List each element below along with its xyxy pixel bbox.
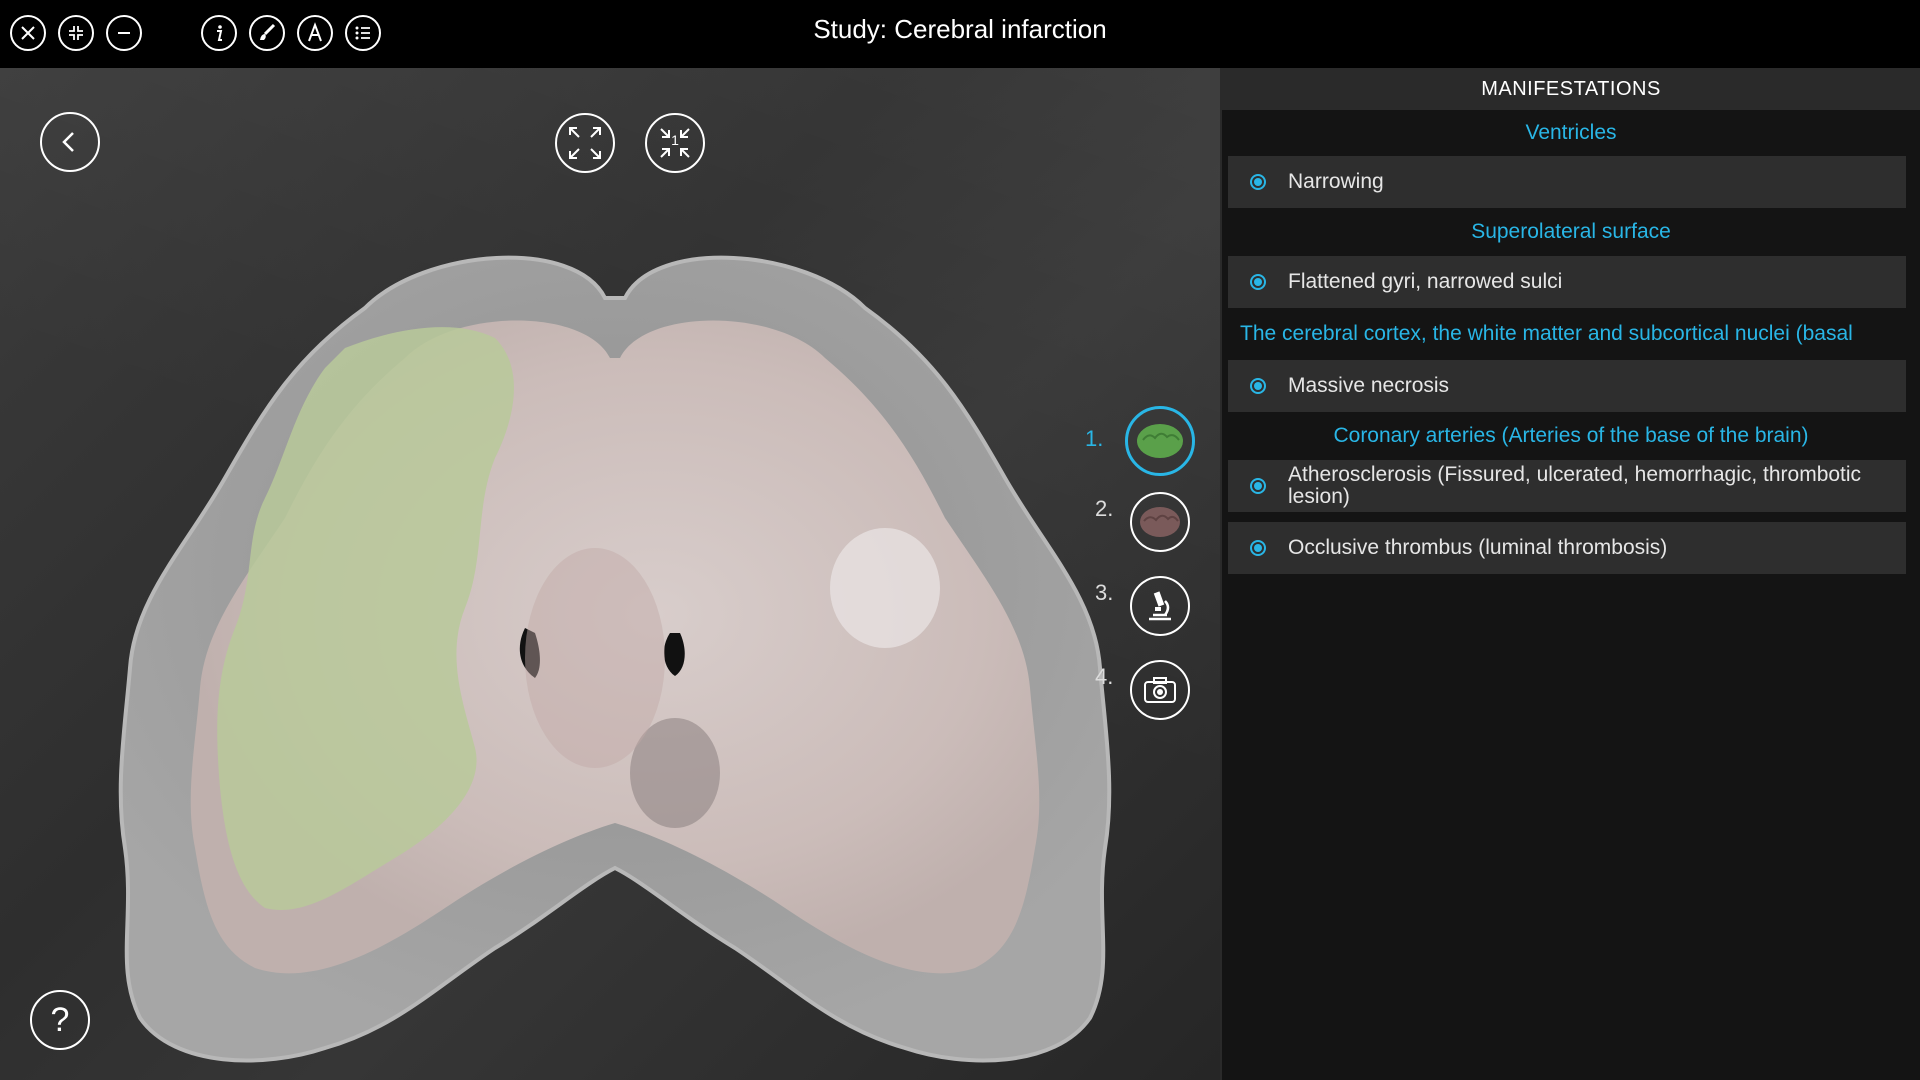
panel-header: MANIFESTATIONS <box>1222 68 1920 110</box>
item-label: Massive necrosis <box>1288 374 1450 397</box>
list-item[interactable]: Atherosclerosis (Fissured, ulcerated, he… <box>1228 460 1906 512</box>
reset-view-icon[interactable]: 1 <box>645 113 705 173</box>
camera-icon[interactable] <box>1130 660 1190 720</box>
section-title-superolateral: Superolateral surface <box>1471 220 1671 243</box>
pale-region <box>830 528 940 648</box>
radio-icon <box>1250 378 1266 394</box>
back-icon[interactable] <box>40 112 100 172</box>
radio-icon <box>1250 274 1266 290</box>
specimen-viewer[interactable]: 1 1. 2. 3. 4. ? <box>0 68 1220 1080</box>
manifestations-panel: MANIFESTATIONS Ventricles Narrowing Supe… <box>1220 68 1920 1080</box>
section-title-arteries: Coronary arteries (Arteries of the base … <box>1333 424 1809 447</box>
radio-icon <box>1250 478 1266 494</box>
step-number-3: 3. <box>1095 580 1114 605</box>
reset-view-badge: 1 <box>671 132 679 148</box>
step-number-2: 2. <box>1095 496 1114 521</box>
item-label: Occlusive thrombus (luminal thrombosis) <box>1288 536 1668 559</box>
item-label: Narrowing <box>1288 170 1384 193</box>
item-label: Atherosclerosis (Fissured, ulcerated, he… <box>1288 463 1862 508</box>
step-number-1: 1. <box>1085 426 1104 451</box>
microscope-icon[interactable] <box>1130 576 1190 636</box>
brain-red-icon[interactable] <box>1130 492 1190 552</box>
radio-icon <box>1250 174 1266 190</box>
thalamus-region <box>525 548 665 768</box>
step-number-4: 4. <box>1095 664 1114 689</box>
brain-green-icon[interactable] <box>1125 406 1195 476</box>
top-bar: Study: Cerebral infarction <box>0 0 1920 68</box>
list-item[interactable]: Narrowing <box>1228 156 1906 208</box>
brain-coronal-section <box>118 255 1112 1063</box>
list-item[interactable]: Massive necrosis <box>1228 360 1906 412</box>
section-title-cortex: The cerebral cortex, the white matter an… <box>1240 322 1853 345</box>
help-icon[interactable]: ? <box>30 990 90 1050</box>
window-title: Study: Cerebral infarction <box>813 14 1107 44</box>
section-title-ventricles: Ventricles <box>1525 121 1617 144</box>
radio-icon <box>1250 540 1266 556</box>
list-item[interactable]: Flattened gyri, narrowed sulci <box>1228 256 1906 308</box>
expand-icon[interactable] <box>555 113 615 173</box>
item-label: Flattened gyri, narrowed sulci <box>1288 270 1563 293</box>
list-item[interactable]: Occlusive thrombus (luminal thrombosis) <box>1228 522 1906 574</box>
